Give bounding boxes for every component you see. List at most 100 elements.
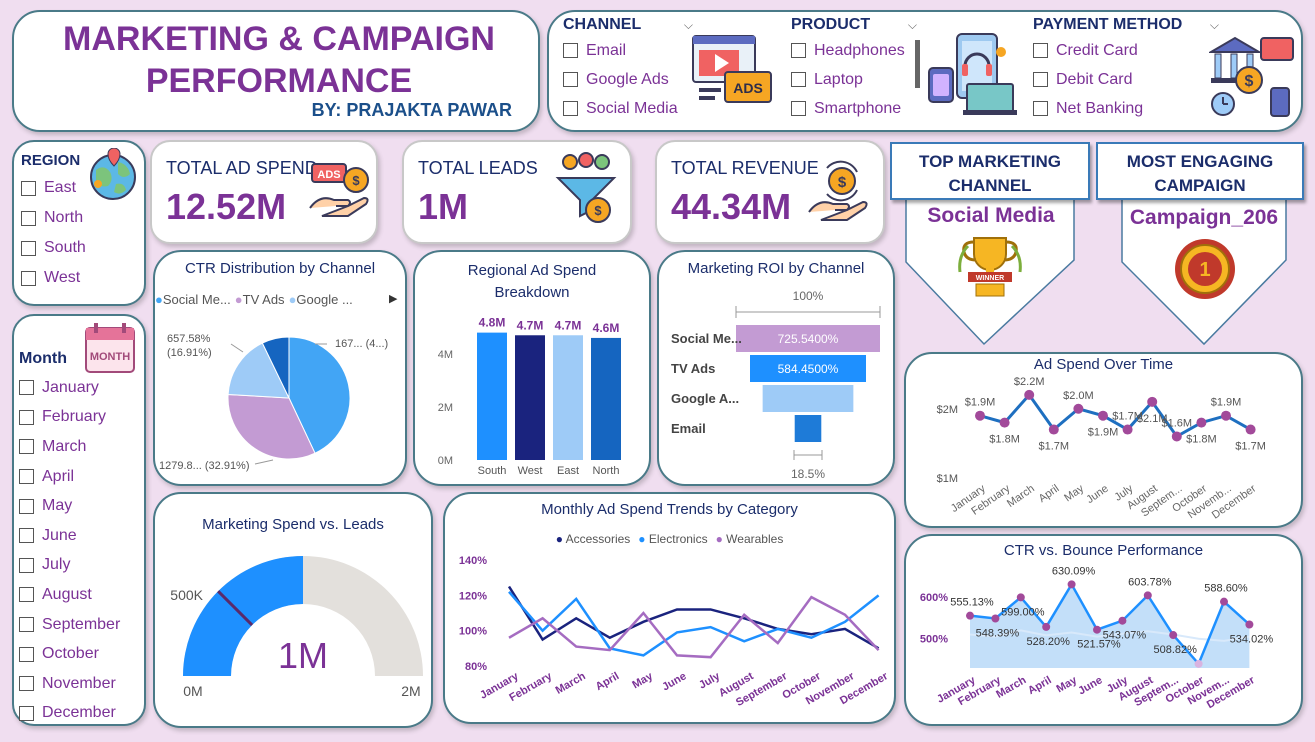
line-point xyxy=(999,417,1010,428)
kpi-ad-spend-label: TOTAL AD SPEND xyxy=(166,158,318,178)
pie-label: 657.58% xyxy=(167,333,211,345)
month-option-february[interactable]: February xyxy=(19,403,120,433)
checkbox[interactable] xyxy=(791,43,806,58)
funnel-top-label: 100% xyxy=(793,289,824,303)
point-data-label: $1.9M xyxy=(1088,427,1119,439)
gauge-chart: 500K 1M 0M 2M xyxy=(170,556,423,699)
checkbox[interactable] xyxy=(21,240,36,256)
month-option-december[interactable]: December xyxy=(19,699,120,729)
checkbox-label: Credit Card xyxy=(1056,41,1138,59)
x-tick-label: June xyxy=(1076,674,1104,697)
point-data-label: $1.9M xyxy=(965,397,996,409)
region-option-south[interactable]: South xyxy=(21,233,86,263)
checkbox[interactable] xyxy=(21,180,36,196)
checkbox[interactable] xyxy=(1033,101,1048,116)
region-option-west[interactable]: West xyxy=(21,263,86,293)
checkbox[interactable] xyxy=(19,557,34,573)
calendar-icon: MONTH xyxy=(84,322,138,379)
point-data-label: $1.7M xyxy=(1039,441,1070,453)
line-point xyxy=(1196,417,1207,428)
checkbox[interactable] xyxy=(19,676,34,692)
ctr-bounce-card: CTR vs. Bounce Performance 600% 500% 555.1… xyxy=(904,534,1303,726)
filter-bar: CHANNEL ⌵ Email Google Ads Social Media AD… xyxy=(547,10,1303,132)
line-point xyxy=(1098,410,1108,421)
checkbox[interactable] xyxy=(563,43,578,58)
chevron-down-icon[interactable]: ⌵ xyxy=(908,18,917,33)
checkbox-label: July xyxy=(42,556,71,574)
checkbox[interactable] xyxy=(19,617,34,633)
svg-text:ADS: ADS xyxy=(733,80,763,96)
month-option-april[interactable]: April xyxy=(19,462,120,492)
chevron-down-icon[interactable]: ⌵ xyxy=(1210,18,1219,33)
payment-option-debit-card[interactable]: Debit Card xyxy=(1033,65,1233,94)
x-tick-label: March xyxy=(1005,483,1037,510)
y-tick-label: 120% xyxy=(459,590,487,602)
bar xyxy=(515,335,545,460)
ctr-pie-card: CTR Distribution by Channel ●Social Me..… xyxy=(153,250,407,486)
checkbox[interactable] xyxy=(21,210,36,226)
month-option-november[interactable]: November xyxy=(19,669,120,699)
month-option-august[interactable]: August xyxy=(19,580,120,610)
checkbox[interactable] xyxy=(19,705,34,721)
checkbox[interactable] xyxy=(19,528,34,544)
calendar-icon-text: MONTH xyxy=(90,351,130,363)
checkbox[interactable] xyxy=(19,380,34,396)
checkbox[interactable] xyxy=(19,469,34,485)
medal-icon-text: 1 xyxy=(1199,259,1210,281)
month-option-june[interactable]: June xyxy=(19,521,120,551)
svg-text:$: $ xyxy=(594,203,602,218)
region-bar-chart: 0M 2M 4M 4.8M South 4.7M West 4.7M East 4.6M North xyxy=(438,316,621,477)
checkbox-label: June xyxy=(42,526,77,544)
funnel-category-label: Social Me... xyxy=(671,331,742,346)
point-data-label: 543.07% xyxy=(1103,630,1147,642)
ctr-point xyxy=(1194,659,1203,668)
point-data-label: $2.2M xyxy=(1014,376,1045,388)
region-option-north[interactable]: North xyxy=(21,203,86,233)
chevron-down-icon[interactable]: ⌵ xyxy=(684,18,693,33)
line-series xyxy=(507,585,880,650)
checkbox[interactable] xyxy=(19,646,34,662)
checkbox[interactable] xyxy=(21,270,36,286)
checkbox[interactable] xyxy=(563,101,578,116)
region-bar-card: Regional Ad Spend Breakdown 0M 2M 4M 4.8M So… xyxy=(413,250,651,486)
payment-option-credit-card[interactable]: Credit Card xyxy=(1033,36,1233,65)
point-data-label: 630.09% xyxy=(1052,565,1096,577)
trophy-icon-text: WINNER xyxy=(976,275,1004,282)
ctr-point xyxy=(991,614,1000,623)
payment-filter-label: PAYMENT METHOD xyxy=(1033,16,1183,33)
ctr-pie-chart: 167... (4...) 1279.8... (32.91%) 657.58% (1… xyxy=(159,333,388,472)
x-tick-label: March xyxy=(994,674,1028,701)
checkbox[interactable] xyxy=(19,498,34,514)
checkbox-label: January xyxy=(42,378,99,396)
top-campaign-title: MOST ENGAGING CAMPAIGN xyxy=(1096,142,1304,200)
checkbox[interactable] xyxy=(19,409,34,425)
region-option-east[interactable]: East xyxy=(21,173,86,203)
payment-option-net-banking[interactable]: Net Banking xyxy=(1033,94,1233,123)
checkbox-label: South xyxy=(44,239,86,256)
line-point xyxy=(1171,431,1182,442)
line-point xyxy=(1122,424,1133,435)
month-option-october[interactable]: October xyxy=(19,639,120,669)
funnel-people-icon: $ xyxy=(554,152,618,231)
month-option-january[interactable]: January xyxy=(19,373,120,403)
month-option-september[interactable]: September xyxy=(19,610,120,640)
checkbox[interactable] xyxy=(19,587,34,603)
checkbox[interactable] xyxy=(1033,43,1048,58)
scroll-handle[interactable] xyxy=(915,40,920,88)
checkbox[interactable] xyxy=(19,439,34,455)
checkbox[interactable] xyxy=(1033,72,1048,87)
month-option-may[interactable]: May xyxy=(19,491,120,521)
month-option-july[interactable]: July xyxy=(19,551,120,581)
y-tick-label: 2M xyxy=(438,402,453,414)
month-option-march[interactable]: March xyxy=(19,432,120,462)
checkbox[interactable] xyxy=(563,72,578,87)
checkbox[interactable] xyxy=(791,72,806,87)
channel-filter-label: CHANNEL xyxy=(563,16,642,33)
funnel-bar xyxy=(794,415,822,442)
region-slicer: REGION East North South West xyxy=(12,140,146,306)
point-data-label: $1.7M xyxy=(1235,441,1266,453)
month-filter-label: Month xyxy=(19,350,67,367)
point-data-label: 603.78% xyxy=(1128,576,1172,588)
checkbox[interactable] xyxy=(791,101,806,116)
pie-leader-line xyxy=(230,343,244,353)
